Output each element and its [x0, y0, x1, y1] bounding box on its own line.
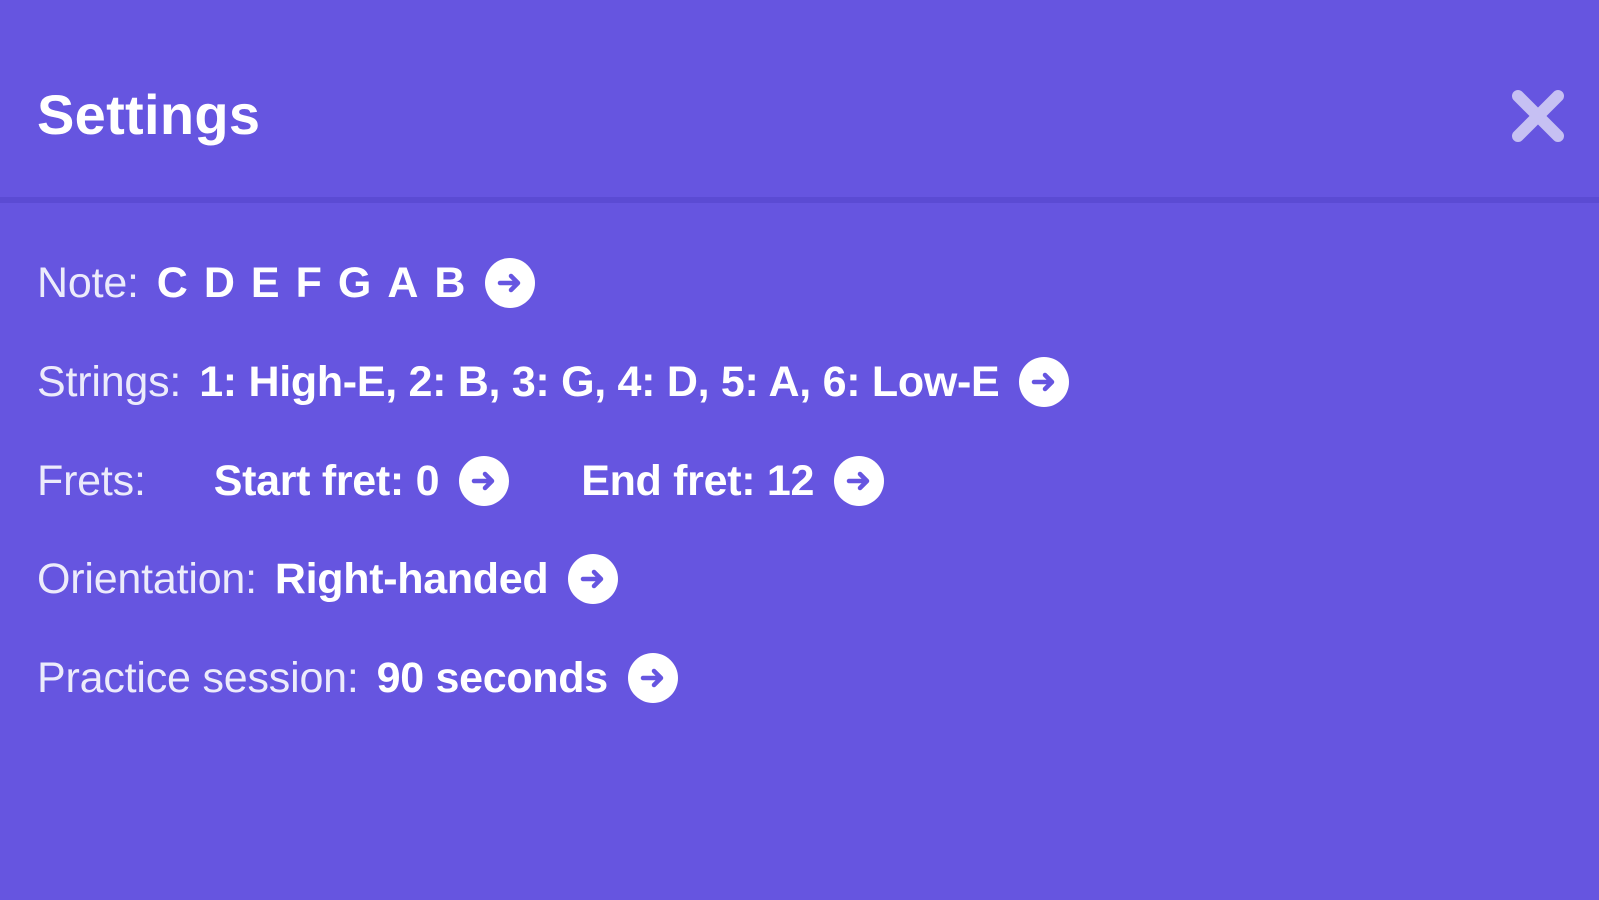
end-fret-value: End fret: 12	[581, 457, 815, 505]
arrow-right-circle-icon	[581, 569, 604, 589]
orientation-value: Right-handed	[274, 555, 549, 603]
note-item: C	[156, 259, 188, 307]
strings-label: Strings:	[37, 358, 182, 406]
note-item: E	[250, 259, 280, 307]
note-next-button[interactable]	[485, 258, 536, 308]
note-item: D	[203, 259, 235, 307]
orientation-next-button[interactable]	[568, 554, 619, 604]
practice-session-label: Practice session:	[37, 654, 359, 702]
page-title: Settings	[37, 83, 261, 146]
settings-header: Settings	[0, 0, 1599, 203]
settings-panel: Settings Note: C D E F G A B Strings: 1:…	[0, 0, 1599, 900]
note-label: Note:	[37, 259, 139, 307]
orientation-label: Orientation:	[37, 555, 257, 603]
arrow-right-circle-icon	[640, 668, 664, 688]
arrow-right-circle-icon	[846, 471, 870, 491]
note-item: F	[295, 259, 322, 307]
start-fret-next-button[interactable]	[459, 456, 510, 506]
frets-label: Frets:	[37, 457, 146, 505]
close-icon[interactable]	[1508, 86, 1568, 146]
end-fret-next-button[interactable]	[834, 456, 885, 506]
note-list: C D E F G A B	[139, 253, 466, 313]
arrow-right-circle-icon	[1032, 372, 1055, 392]
note-item: B	[434, 259, 466, 307]
frets-setting-row: Frets: Start fret: 0 End fret: 12	[37, 451, 885, 511]
practice-session-value: 90 seconds	[376, 654, 609, 702]
strings-next-button[interactable]	[1019, 357, 1070, 407]
orientation-setting-row: Orientation: Right-handed	[37, 549, 619, 609]
strings-value: 1: High-E, 2: B, 3: G, 4: D, 5: A, 6: Lo…	[199, 358, 1000, 406]
note-setting-row: Note: C D E F G A B	[37, 253, 536, 313]
note-item: G	[337, 259, 372, 307]
start-fret-value: Start fret: 0	[213, 457, 440, 505]
strings-setting-row: Strings: 1: High-E, 2: B, 3: G, 4: D, 5:…	[37, 352, 1070, 412]
practice-session-setting-row: Practice session: 90 seconds	[37, 648, 678, 708]
practice-session-next-button[interactable]	[627, 653, 678, 703]
arrow-right-circle-icon	[498, 273, 521, 293]
arrow-right-circle-icon	[471, 471, 495, 491]
note-item: A	[387, 259, 419, 307]
